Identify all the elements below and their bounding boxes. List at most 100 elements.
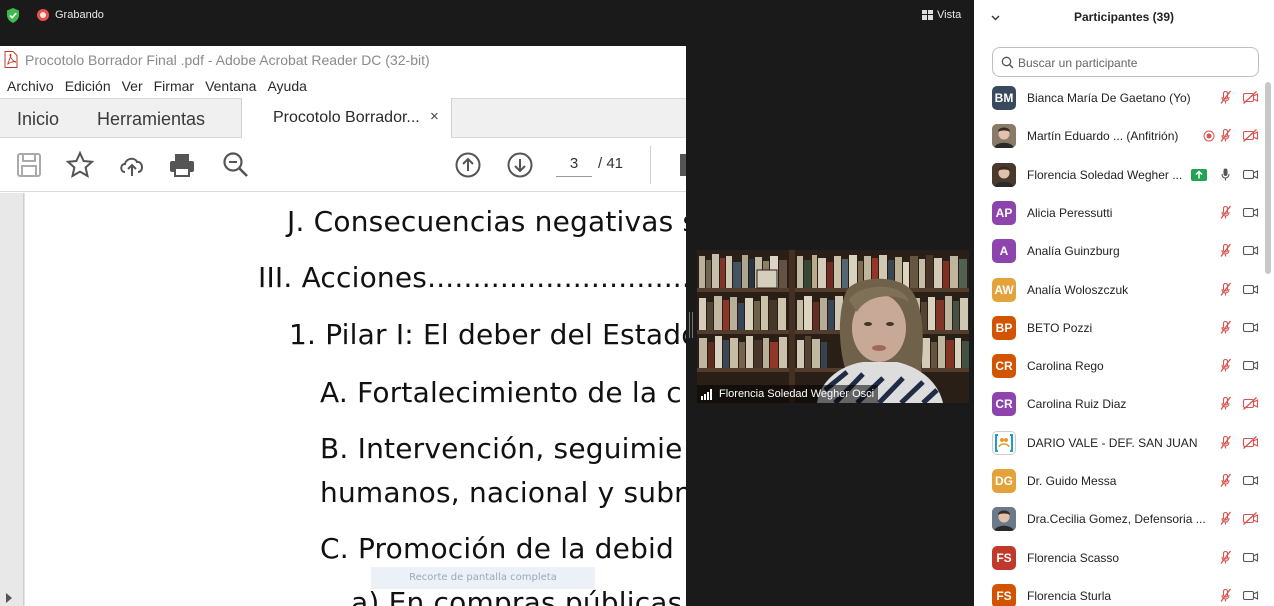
toolbar: 3 / 41: [0, 138, 686, 192]
document-area[interactable]: J. Consecuencias negativas so III. Accio…: [0, 193, 686, 606]
video-camera-icon: [1242, 590, 1259, 600]
screen: Grabando Vista Procotolo Borrador Final …: [0, 0, 1274, 606]
print-icon[interactable]: [167, 150, 197, 180]
microphone-muted-icon: [1220, 396, 1232, 411]
participant-name: Carolina Rego: [1027, 359, 1104, 374]
video-participant-name: Florencia Soledad Wegher Osci: [719, 388, 875, 400]
doc-line-1: J. Consecuencias negativas so: [287, 205, 686, 238]
avatar: AW: [992, 277, 1016, 302]
zoom-top-bar: Grabando Vista: [0, 0, 974, 30]
avatar: CR: [992, 354, 1016, 379]
video-off-icon: [1242, 512, 1259, 526]
participant-status-icons: [1209, 588, 1259, 604]
participant-row[interactable]: Florencia Soledad Wegher ...: [974, 156, 1262, 194]
participant-row[interactable]: A Analía Guinzburg: [974, 232, 1262, 270]
video-off-icon: [1242, 91, 1259, 104]
doc-line-3: 1. Pilar I: El deber del Estado d: [289, 318, 686, 351]
snip-tooltip: Recorte de pantalla completa: [371, 567, 595, 589]
menu-firmar[interactable]: Firmar: [147, 74, 194, 98]
tab-inicio[interactable]: Inicio: [17, 109, 59, 130]
page-up-icon[interactable]: [453, 150, 483, 180]
participant-status-icons: [1209, 358, 1259, 374]
participant-row[interactable]: BP BETO Pozzi: [974, 309, 1262, 347]
avatar: FS: [992, 583, 1016, 606]
participant-row[interactable]: DG Dr. Guido Messa: [974, 462, 1262, 500]
doc-line-2: III. Acciones...........................…: [258, 261, 686, 294]
participant-row[interactable]: BM Bianca María De Gaetano (Yo): [974, 79, 1262, 117]
tab-document-label: Procotolo Borrador...: [273, 109, 420, 126]
doc-line-4: A. Fortalecimiento de la c: [320, 376, 682, 409]
participant-name: BETO Pozzi: [1027, 320, 1093, 335]
expand-panel-icon[interactable]: [6, 593, 12, 603]
avatar: DG: [992, 469, 1016, 493]
participant-name: Florencia Scasso: [1027, 550, 1120, 565]
tab-herramientas[interactable]: Herramientas: [97, 109, 205, 130]
microphone-muted-icon: [1220, 282, 1232, 296]
window-title: Procotolo Borrador Final .pdf - Adobe Ac…: [25, 52, 430, 68]
participant-row[interactable]: CR Carolina Rego: [974, 347, 1262, 385]
participant-row[interactable]: AW Analía Woloszczuk: [974, 271, 1262, 309]
save-icon[interactable]: [14, 150, 44, 180]
shield-icon[interactable]: [6, 8, 20, 23]
menu-ayuda[interactable]: Ayuda: [260, 74, 306, 98]
doc-line-7: C. Promoción de la debid: [320, 532, 674, 565]
participant-status-icons: [1191, 167, 1259, 183]
page-down-icon[interactable]: [505, 150, 535, 180]
menu-archivo[interactable]: Archivo: [0, 74, 54, 98]
video-tile[interactable]: Florencia Soledad Wegher Osci: [697, 250, 969, 403]
microphone-muted-icon: [1220, 358, 1232, 372]
view-button[interactable]: Vista: [937, 9, 961, 21]
split-handle[interactable]: [689, 312, 693, 338]
recording-icon[interactable]: [37, 9, 49, 21]
participant-row[interactable]: Martín Eduardo ... (Anfitrión): [974, 117, 1262, 155]
menu-edicion[interactable]: Edición: [58, 74, 111, 98]
participant-name: Analía Guinzburg: [1027, 244, 1120, 259]
doc-line-5: B. Intervención, seguimie: [320, 432, 683, 465]
video-camera-icon: [1242, 284, 1259, 294]
video-off-icon: [1242, 397, 1259, 411]
close-tab-icon[interactable]: ×: [430, 108, 439, 125]
participant-name: Carolina Ruiz Diaz: [1027, 397, 1127, 412]
video-camera-icon: [1242, 169, 1259, 179]
microphone-muted-icon: [1220, 90, 1232, 104]
participant-search-input[interactable]: Buscar un participante: [992, 47, 1259, 77]
video-camera-icon: [1242, 207, 1259, 217]
microphone-muted-icon: [1220, 205, 1232, 219]
participant-row[interactable]: FS Florencia Scasso: [974, 539, 1262, 577]
acrobat-titlebar: Procotolo Borrador Final .pdf - Adobe Ac…: [0, 46, 686, 74]
participant-row[interactable]: CR Carolina Ruiz Diaz: [974, 385, 1262, 423]
participant-name: Dra.Cecilia Gomez, Defensoria ...: [1027, 512, 1206, 527]
screen-share-icon: [1191, 168, 1207, 181]
participant-name: Martín Eduardo ... (Anfitrión): [1027, 129, 1179, 144]
microphone-muted-icon: [1220, 588, 1232, 602]
search-icon: [1001, 56, 1014, 69]
participant-row[interactable]: Dra.Cecilia Gomez, Defensoria ...: [974, 500, 1262, 538]
avatar: CR: [992, 392, 1016, 417]
tab-document[interactable]: Procotolo Borrador... ×: [241, 98, 452, 139]
participant-status-icons: [1209, 511, 1259, 527]
scrollbar[interactable]: [1265, 82, 1271, 274]
recording-indicator-icon: [1203, 130, 1215, 142]
zoom-out-icon[interactable]: [221, 150, 251, 180]
participant-row[interactable]: AP Alicia Peressutti: [974, 194, 1262, 232]
participants-header: Participantes (39): [974, 0, 1274, 36]
participant-status-icons: [1209, 282, 1259, 298]
bookmark-star-icon[interactable]: [65, 150, 95, 180]
participant-status-icons: [1203, 128, 1259, 144]
upload-cloud-icon[interactable]: [117, 150, 147, 180]
participant-name: DARIO VALE - DEF. SAN JUAN: [1027, 435, 1198, 450]
recording-label[interactable]: Grabando: [55, 9, 104, 21]
page-number-input[interactable]: 3: [556, 151, 592, 177]
avatar: [992, 124, 1016, 149]
view-grid-icon[interactable]: [922, 10, 933, 20]
menu-ventana[interactable]: Ventana: [198, 74, 256, 98]
tab-bar: Inicio Herramientas Procotolo Borrador..…: [0, 98, 686, 139]
microphone-muted-icon: [1220, 320, 1232, 334]
menu-ver[interactable]: Ver: [115, 74, 143, 98]
microphone-muted-icon: [1220, 511, 1232, 526]
participant-row[interactable]: FS Florencia Sturla: [974, 577, 1262, 606]
avatar: AP: [992, 200, 1016, 225]
toolbar-divider: [650, 146, 651, 184]
participant-row[interactable]: DARIO VALE - DEF. SAN JUAN: [974, 424, 1262, 462]
video-off-icon: [1242, 435, 1259, 449]
